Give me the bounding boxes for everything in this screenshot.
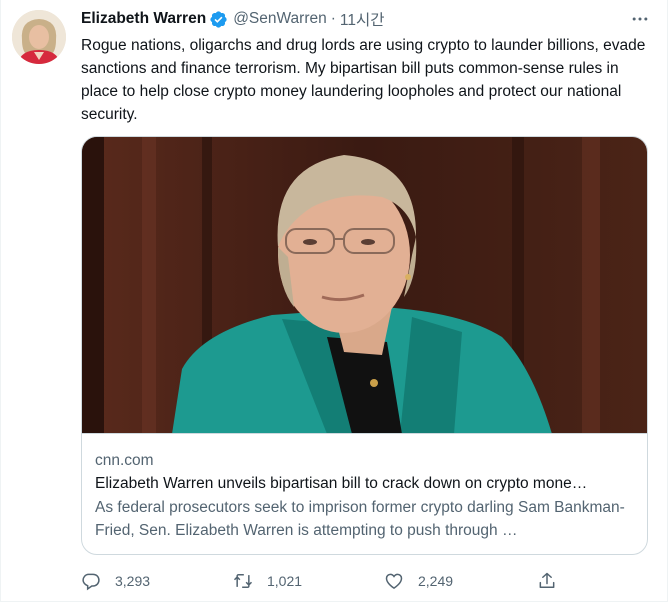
card-photo: [82, 137, 647, 433]
retweet-count: 1,021: [267, 573, 303, 589]
reply-count: 3,293: [115, 573, 151, 589]
link-card[interactable]: cnn.com Elizabeth Warren unveils biparti…: [81, 136, 648, 555]
retweet-button[interactable]: 1,021: [233, 568, 302, 594]
tweet-text: Rogue nations, oligarchs and drug lords …: [81, 37, 646, 123]
share-button[interactable]: [537, 568, 557, 594]
author-name[interactable]: Elizabeth Warren: [81, 10, 206, 28]
avatar[interactable]: [12, 10, 66, 64]
more-icon[interactable]: [629, 9, 651, 29]
verified-badge-icon: [210, 10, 227, 28]
tweet[interactable]: Elizabeth Warren @SenWarren · 11시간 Rogue…: [0, 0, 668, 602]
card-domain: cnn.com: [95, 452, 154, 469]
like-count: 2,249: [418, 573, 454, 589]
tweet-header: Elizabeth Warren @SenWarren · 11시간: [81, 8, 651, 30]
share-icon: [539, 572, 555, 588]
heart-icon: [385, 573, 403, 589]
reply-button[interactable]: 3,293: [81, 568, 150, 594]
avatar-image: [12, 10, 66, 64]
author-handle[interactable]: @SenWarren: [233, 10, 327, 28]
card-description: As federal prosecutors seek to imprison …: [95, 499, 625, 539]
card-title: Elizabeth Warren unveils bipartisan bill…: [95, 475, 588, 492]
reply-icon: [82, 573, 100, 591]
like-button[interactable]: 2,249: [384, 568, 453, 594]
action-bar: 3,293 1,021 2,249: [81, 568, 561, 594]
card-body: cnn.com Elizabeth Warren unveils biparti…: [95, 450, 634, 542]
separator-dot: ·: [330, 10, 336, 27]
retweet-icon: [233, 574, 253, 588]
tweet-time[interactable]: 11시간: [340, 8, 385, 30]
card-image: [82, 137, 647, 434]
